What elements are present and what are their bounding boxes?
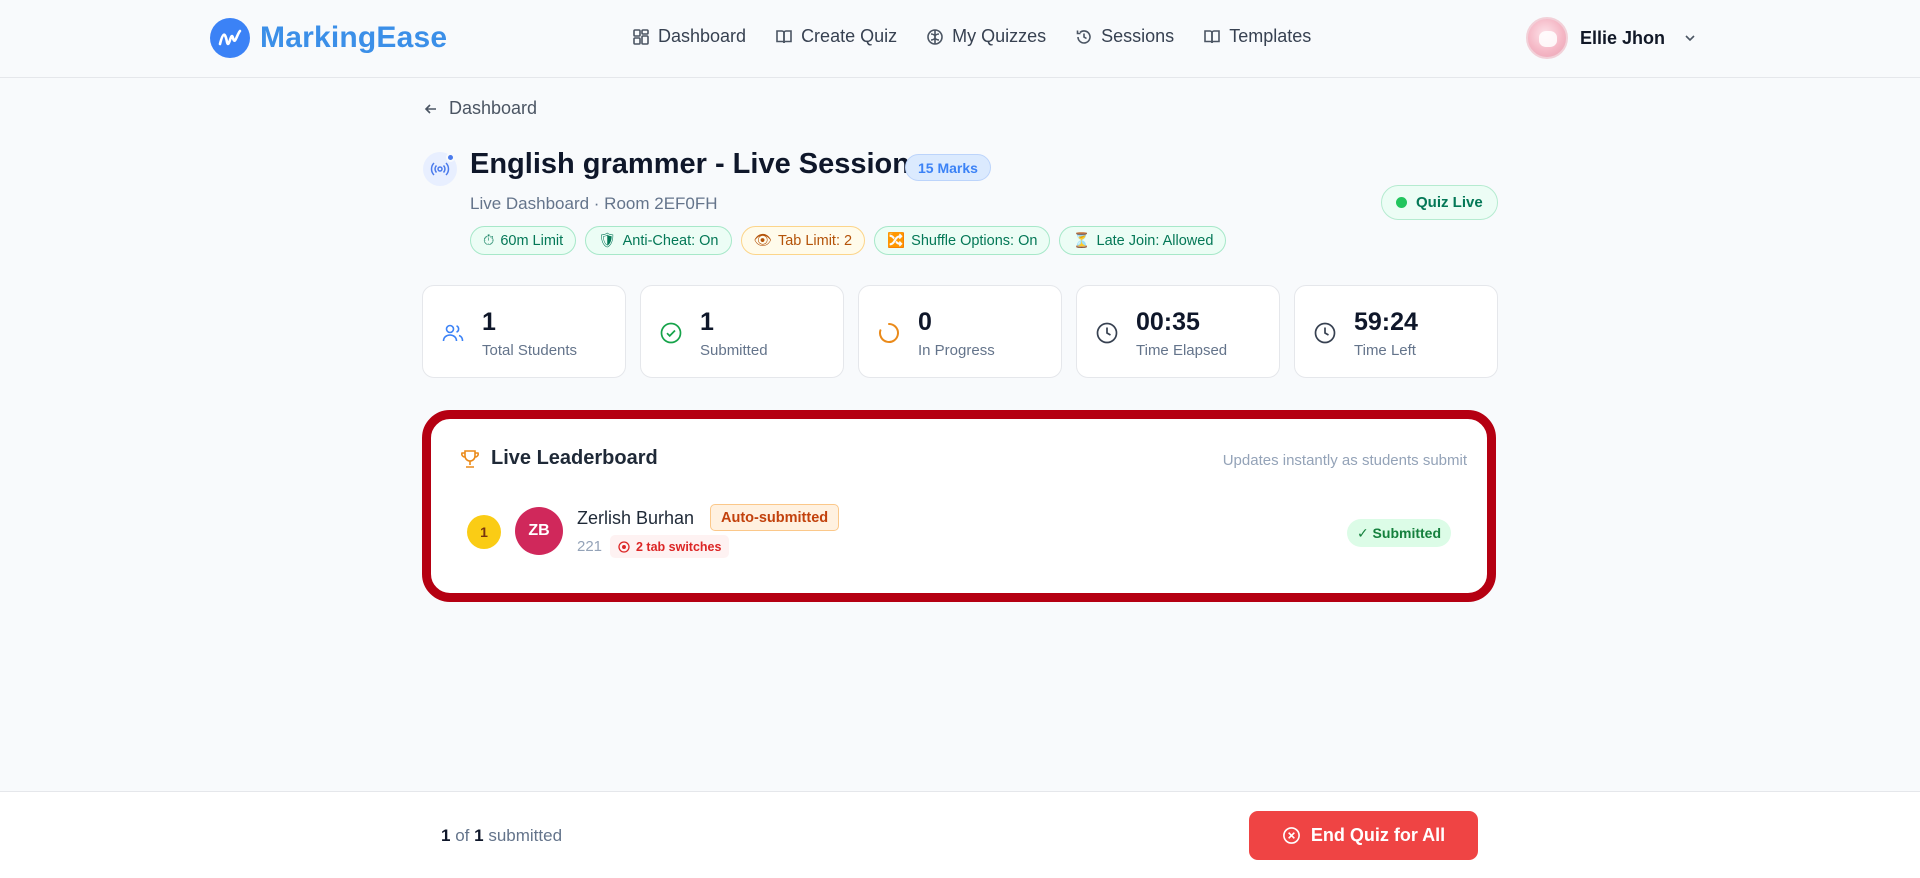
shield-icon: 🛡 <box>598 233 617 249</box>
users-icon <box>442 324 464 342</box>
clock-icon <box>1096 322 1118 344</box>
submission-count: 1 of 1 submitted <box>441 826 562 846</box>
live-leaderboard: Live Leaderboard Updates instantly as st… <box>422 410 1496 602</box>
check-circle-icon <box>660 322 682 344</box>
stat-value: 1 <box>700 308 714 336</box>
footer-bar: 1 of 1 submitted End Quiz for All <box>0 791 1920 878</box>
student-name: Zerlish Burhan <box>577 508 695 528</box>
book-open-icon <box>776 29 792 43</box>
clock-icon <box>1314 322 1336 344</box>
arrow-left-icon <box>424 103 436 114</box>
brand-logo-icon <box>210 18 250 58</box>
chip-shuffle: 🔀 Shuffle Options: On <box>874 226 1051 255</box>
nav-label: Create Quiz <box>801 26 898 46</box>
of-word: of <box>455 826 470 845</box>
stat-label: Time Left <box>1354 342 1416 359</box>
chip-label: Tab Limit: 2 <box>777 232 853 249</box>
stat-label: Total Students <box>482 342 578 359</box>
nav-dashboard[interactable]: Dashboard <box>632 26 746 47</box>
back-link[interactable]: Dashboard <box>423 98 537 119</box>
x-circle-icon <box>1282 827 1300 844</box>
page-title: English grammer - Live Session <box>470 148 910 180</box>
nav-create-quiz[interactable]: Create Quiz <box>775 26 897 47</box>
stat-label: In Progress <box>918 342 995 359</box>
history-icon <box>1076 29 1091 44</box>
broadcast-icon <box>423 152 457 186</box>
stat-time-left: 59:24 Time Left <box>1294 285 1498 378</box>
chip-late-join: ⏳ Late Join: Allowed <box>1059 226 1227 255</box>
chip-tab-limit: 👁 Tab Limit: 2 <box>740 226 866 255</box>
stat-value: 59:24 <box>1354 308 1418 336</box>
leaderboard-note: Updates instantly as students submit <box>1222 452 1467 469</box>
chip-label: Anti-Cheat: On <box>622 232 719 249</box>
leaderboard-title-text: Live Leaderboard <box>491 447 658 469</box>
chip-label: 60m Limit <box>500 232 564 249</box>
leaderboard-title: Live Leaderboard <box>459 447 658 470</box>
stopwatch-icon: ⏱ <box>483 232 495 249</box>
eye-icon: 👁 <box>753 233 772 249</box>
auto-submitted-badge: Auto-submitted <box>710 504 840 531</box>
shuffle-icon: 🔀 <box>887 233 906 249</box>
grid-icon <box>633 28 649 45</box>
student-avatar: ZB <box>515 507 563 555</box>
end-quiz-label: End Quiz for All <box>1310 825 1446 845</box>
nav-label: My Quizzes <box>952 26 1047 46</box>
stat-value: 1 <box>482 308 496 336</box>
nav-label: Sessions <box>1101 26 1175 46</box>
alert-circle-icon <box>618 540 630 553</box>
nav-templates[interactable]: Templates <box>1203 26 1311 47</box>
user-name: Ellie Jhon <box>1580 27 1666 48</box>
end-quiz-button[interactable]: End Quiz for All <box>1249 811 1478 860</box>
stat-total-students: 1 Total Students <box>422 285 626 378</box>
stat-value: 0 <box>918 308 932 336</box>
main-nav: Dashboard Create Quiz My Quizzes Session… <box>632 26 1311 47</box>
total-count: 1 <box>474 826 484 845</box>
user-menu[interactable]: Ellie Jhon <box>1526 17 1697 59</box>
submitted-suffix: submitted <box>488 826 563 845</box>
marks-badge: 15 Marks <box>905 154 991 181</box>
back-label: Dashboard <box>449 98 538 118</box>
warning-label: 2 tab switches <box>636 539 722 554</box>
trophy-icon <box>461 449 479 468</box>
status-badge: Quiz Live <box>1381 185 1498 220</box>
page-subtitle: Live Dashboard · Room 2EF0FH <box>470 194 718 213</box>
avatar <box>1526 17 1568 59</box>
book-icon <box>1204 29 1220 43</box>
stat-value: 00:35 <box>1136 308 1200 336</box>
status-label: Quiz Live <box>1416 194 1483 211</box>
rank-badge: 1 <box>467 515 501 549</box>
stat-in-progress: 0 In Progress <box>858 285 1062 378</box>
chip-label: Late Join: Allowed <box>1096 232 1214 249</box>
stat-submitted: 1 Submitted <box>640 285 844 378</box>
chip-label: Shuffle Options: On <box>911 232 1038 249</box>
chevron-down-icon <box>1685 35 1695 42</box>
student-id: 221 <box>577 538 603 555</box>
tab-switch-warning: 2 tab switches <box>610 535 730 558</box>
brand-name: MarkingEase <box>260 21 448 54</box>
nav-my-quizzes[interactable]: My Quizzes <box>926 26 1046 47</box>
settings-chips: ⏱ 60m Limit 🛡 Anti-Cheat: On 👁 Tab Limit… <box>470 226 1227 255</box>
live-dot <box>446 153 455 162</box>
submitted-badge: ✓ Submitted <box>1346 519 1451 547</box>
hourglass-icon: ⏳ <box>1072 233 1091 249</box>
stat-time-elapsed: 00:35 Time Elapsed <box>1076 285 1280 378</box>
stat-label: Submitted <box>700 342 768 359</box>
nav-label: Templates <box>1229 26 1312 46</box>
submitted-count: 1 <box>441 826 451 845</box>
nav-sessions[interactable]: Sessions <box>1075 26 1174 47</box>
stats-row: 1 Total Students 1 Submitted 0 In Progre… <box>422 285 1498 378</box>
loader-icon <box>878 323 899 343</box>
stat-label: Time Elapsed <box>1136 342 1228 359</box>
live-status-dot <box>1396 197 1407 208</box>
top-navbar: MarkingEase Dashboard Create Quiz My Qui… <box>0 0 1920 78</box>
nav-label: Dashboard <box>658 26 747 46</box>
chip-time-limit: ⏱ 60m Limit <box>470 226 577 255</box>
chip-anti-cheat: 🛡 Anti-Cheat: On <box>585 226 732 255</box>
brand[interactable]: MarkingEase <box>210 18 447 58</box>
brain-icon <box>927 28 943 45</box>
